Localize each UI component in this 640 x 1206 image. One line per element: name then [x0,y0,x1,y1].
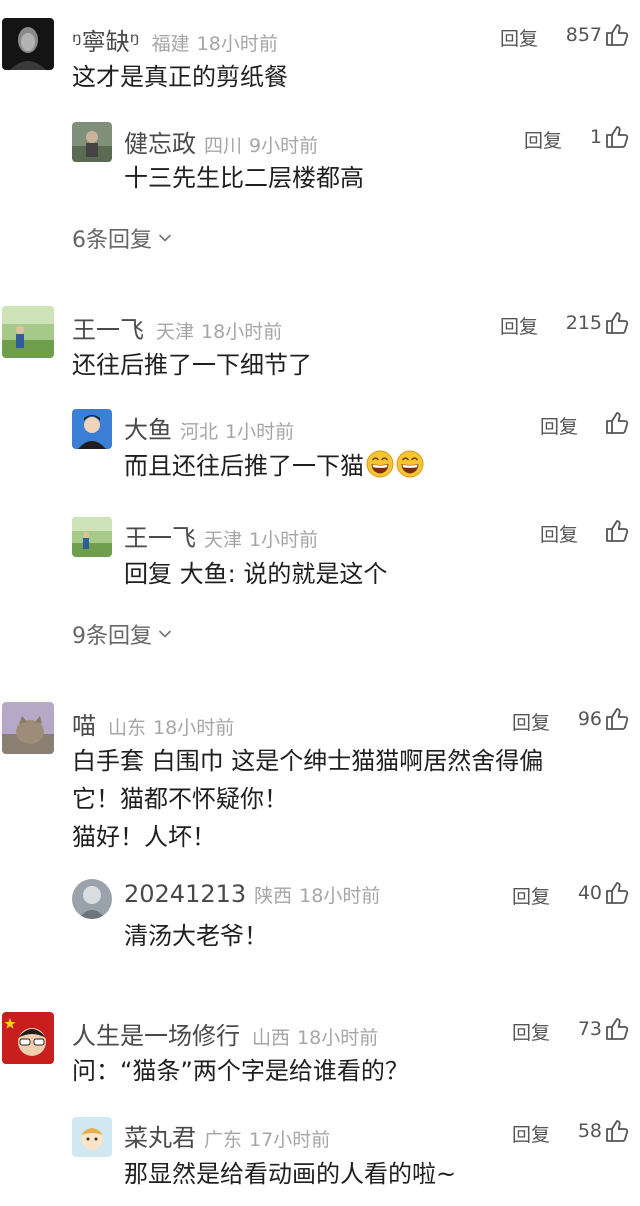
username[interactable]: 王一飞 [72,316,144,344]
like-count: 73 [577,1018,602,1040]
chevron-down-icon [158,627,172,641]
like-button[interactable] [602,410,630,436]
reply-button[interactable]: 回复 [540,412,578,439]
thumb-up-icon [604,22,630,48]
reply-button[interactable]: 回复 [512,1018,550,1045]
location-label: 山西 [252,1027,291,1049]
comment-meta: 王一飞 天津 18小时前 [72,310,282,345]
chevron-down-icon [158,231,172,245]
comment-text: 那显然是给看动画的人看的啦~ [124,1160,457,1188]
comment-meta: 王一飞 天津 1小时前 [124,518,318,553]
comment-text: 回复 大鱼: 说的就是这个 [124,560,388,588]
reply-button[interactable]: 回复 [524,126,562,153]
username[interactable]: 菜丸君 [124,1124,196,1152]
comment-meta: 人生是一场修行 山西 18小时前 [72,1016,378,1051]
like-button[interactable] [602,518,630,544]
comment-meta: 菜丸君 广东 17小时前 [124,1118,330,1153]
comment-meta: 喵山东 18小时前 [72,706,234,741]
like-button[interactable]: 1 [590,124,630,150]
expand-replies-button[interactable]: 6条回复 [72,222,172,254]
reply-button[interactable]: 回复 [500,312,538,339]
thumb-up-icon [604,1118,630,1144]
like-button[interactable]: 40 [578,880,630,906]
like-button[interactable]: 96 [578,706,630,732]
grinning-face-icon [396,450,424,478]
comment-meta: ᵑ寧缺ᵑ 福建 18小时前 [72,22,278,57]
timestamp: 18小时前 [201,321,283,343]
like-button[interactable]: 73 [578,1016,630,1042]
thumb-up-icon [604,518,630,544]
avatar[interactable] [72,879,112,919]
comment-text: 清汤大老爷！ [124,922,268,950]
like-count: 857 [565,24,602,46]
thumb-up-icon [604,1016,630,1042]
avatar[interactable] [2,1012,54,1064]
grinning-face-icon [366,450,394,478]
comment-text: 还往后推了一下细节了 [72,351,312,379]
expand-replies-label: 9条回复 [72,624,152,649]
username[interactable]: 20241213 [124,880,246,908]
timestamp: 17小时前 [249,1129,331,1151]
comment-meta: 健忘政 四川 9小时前 [124,124,318,159]
timestamp: 18小时前 [297,1027,379,1049]
like-count: 58 [577,1120,602,1142]
like-button[interactable]: 215 [566,310,630,336]
like-button[interactable]: 58 [578,1118,630,1144]
timestamp: 18小时前 [153,717,235,739]
avatar[interactable] [72,1117,112,1157]
avatar[interactable] [72,517,112,557]
timestamp: 1小时前 [249,529,319,551]
reply-button[interactable]: 回复 [512,708,550,735]
comment-text-row: 而且还往后推了一下猫 [124,447,424,485]
comment-text: 十三先生比二层楼都高 [124,164,364,192]
avatar[interactable] [72,409,112,449]
username[interactable]: 王一飞 [124,524,196,552]
location-label: 天津 [156,321,195,343]
like-count: 96 [577,708,602,730]
comment-text: 而且还往后推了一下猫 [124,452,364,480]
like-count: 1 [589,126,602,148]
reply-button[interactable]: 回复 [500,24,538,51]
thumb-up-icon [604,310,630,336]
like-count: 215 [565,312,602,334]
timestamp: 18小时前 [299,885,381,907]
location-label: 四川 [204,135,243,157]
like-count: 40 [577,882,602,904]
thumb-up-icon [604,410,630,436]
username[interactable]: 大鱼 [124,416,172,444]
username[interactable]: 喵 [72,712,96,740]
expand-replies-button[interactable]: 9条回复 [72,618,172,650]
thumb-up-icon [604,880,630,906]
comment-meta: 20241213 陕西 18小时前 [124,880,380,908]
thumb-up-icon [604,124,630,150]
reply-button[interactable]: 回复 [512,882,550,909]
timestamp: 1小时前 [225,421,295,443]
expand-replies-label: 6条回复 [72,228,152,253]
location-label: 陕西 [254,885,293,907]
location-label: 广东 [204,1129,243,1151]
thumb-up-icon [604,706,630,732]
avatar[interactable] [2,702,54,754]
comment-text: 问：“猫条”两个字是给谁看的？ [72,1057,409,1085]
comment-meta: 大鱼 河北 1小时前 [124,410,294,445]
timestamp: 9小时前 [249,135,319,157]
location-label: 天津 [204,529,243,551]
reply-button[interactable]: 回复 [540,520,578,547]
reply-button[interactable]: 回复 [512,1120,550,1147]
like-button[interactable]: 857 [566,22,630,48]
comment-text: 白手套 白围巾 这是个绅士猫猫啊居然舍得偏 它！猫都不怀疑你！ 猫好！人坏！ [72,747,544,851]
avatar[interactable] [72,122,112,162]
comment-text: 这才是真正的剪纸餐 [72,63,288,91]
username[interactable]: 人生是一场修行 [72,1022,240,1050]
avatar[interactable] [2,18,54,70]
username[interactable]: 健忘政 [124,130,196,158]
location-label: 河北 [180,421,219,443]
location-label: 福建 [151,33,190,55]
username[interactable]: ᵑ寧缺ᵑ [72,28,140,56]
location-label: 山东 [108,717,147,739]
timestamp: 18小时前 [196,33,278,55]
avatar[interactable] [2,306,54,358]
